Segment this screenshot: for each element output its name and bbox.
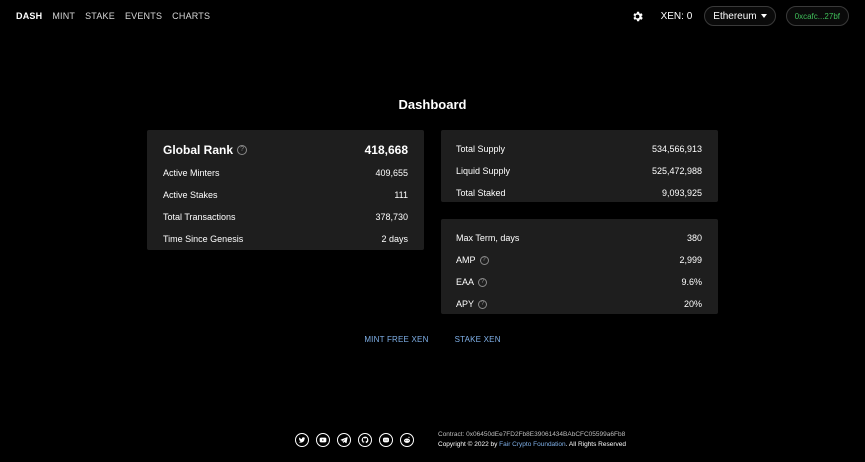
stat-label: Liquid Supply [456, 166, 511, 176]
stat-value: 534,566,913 [651, 144, 702, 154]
discord-icon[interactable] [379, 433, 393, 447]
footer: Contract: 0x06450dEe7FD2Fb8E39061434BAbC… [295, 430, 626, 450]
wallet-address-button[interactable]: 0xcafc...27bf [785, 6, 849, 26]
nav-mint[interactable]: MINT [52, 11, 75, 21]
stat-label: Active Minters [163, 168, 220, 178]
stat-value: 378,730 [375, 212, 408, 222]
help-icon[interactable]: ? [237, 145, 248, 155]
nav-events[interactable]: EVENTS [125, 11, 162, 21]
stat-label: APY [456, 299, 475, 309]
action-links: MINT FREE XEN STAKE XEN [0, 335, 865, 344]
nav-stake[interactable]: STAKE [85, 11, 115, 21]
stat-value: 2 days [381, 234, 408, 244]
stat-row: Liquid Supply 525,472,988 [456, 160, 702, 182]
page-title: Dashboard [398, 97, 467, 112]
stat-value: 380 [686, 233, 702, 243]
stat-label: AMP [456, 255, 476, 265]
stat-row: Max Term, days 380 [456, 227, 702, 249]
telegram-icon[interactable] [337, 433, 351, 447]
help-icon[interactable]: ? [478, 299, 488, 309]
stat-label: Total Supply [456, 144, 506, 154]
stat-label: EAA [456, 277, 475, 287]
stat-row: Active Stakes 111 [163, 184, 408, 206]
rank-card: Global Rank ? 418,668 Active Minters 409… [147, 130, 424, 250]
stake-xen-link[interactable]: STAKE XEN [455, 335, 501, 344]
contract-address: Contract: 0x06450dEe7FD2Fb8E39061434BAbC… [438, 431, 626, 438]
global-rank-value: 418,668 [364, 143, 408, 157]
network-selector[interactable]: Ethereum [704, 6, 776, 26]
stat-value: 2,999 [679, 255, 702, 265]
stat-value: 525,472,988 [651, 166, 702, 176]
nav-actions: XEN: 0 Ethereum 0xcafc...27bf [631, 6, 849, 26]
stat-label: Time Since Genesis [163, 234, 244, 244]
stat-value: 409,655 [375, 168, 408, 178]
global-rank-row: Global Rank ? 418,668 [163, 138, 408, 162]
terms-card: Max Term, days 380 AMP ? 2,999 EAA ? 9.6… [441, 219, 718, 314]
foundation-link[interactable]: Fair Crypto Foundation [499, 441, 565, 448]
stat-row: Active Minters 409,655 [163, 162, 408, 184]
stat-value: 9,093,925 [661, 188, 702, 198]
help-icon[interactable]: ? [478, 277, 488, 287]
help-icon[interactable]: ? [479, 255, 489, 265]
stat-row: APY ? 20% [456, 293, 702, 315]
supply-card: Total Supply 534,566,913 Liquid Supply 5… [441, 130, 718, 202]
copyright-prefix: Copyright © 2022 by [438, 441, 498, 448]
stat-label: Total Staked [456, 188, 506, 198]
gear-icon[interactable] [631, 9, 645, 23]
stat-value: 20% [683, 299, 702, 309]
nav-dash[interactable]: DASH [16, 11, 42, 21]
reddit-icon[interactable] [400, 433, 414, 447]
caret-down-icon [760, 14, 767, 18]
stat-row: Total Transactions 378,730 [163, 206, 408, 228]
mint-free-xen-link[interactable]: MINT FREE XEN [364, 335, 428, 344]
top-nav: DASH MINT STAKE EVENTS CHARTS XEN: 0 Eth… [0, 0, 865, 32]
xen-balance: XEN: 0 [660, 10, 693, 22]
stat-value: 9.6% [681, 277, 702, 287]
global-rank-label: Global Rank [163, 143, 234, 157]
stat-row: Time Since Genesis 2 days [163, 228, 408, 250]
stat-row: EAA ? 9.6% [456, 271, 702, 293]
stat-label: Max Term, days [456, 233, 520, 243]
stat-row: AMP ? 2,999 [456, 249, 702, 271]
stat-label: Total Transactions [163, 212, 236, 222]
stat-row: Total Supply 534,566,913 [456, 138, 702, 160]
github-icon[interactable] [358, 433, 372, 447]
youtube-icon[interactable] [316, 433, 330, 447]
nav-charts[interactable]: CHARTS [172, 11, 210, 21]
copyright: Copyright © 2022 by Fair Crypto Foundati… [438, 440, 626, 450]
stat-value: 111 [394, 190, 408, 200]
footer-text: Contract: 0x06450dEe7FD2Fb8E39061434BAbC… [438, 430, 626, 450]
copyright-suffix: . All Rights Reserved [565, 441, 626, 448]
stat-row: Total Staked 9,093,925 [456, 182, 702, 204]
stat-label: Active Stakes [163, 190, 218, 200]
nav-links: DASH MINT STAKE EVENTS CHARTS [16, 11, 210, 21]
twitter-icon[interactable] [295, 433, 309, 447]
social-links [295, 433, 414, 447]
network-label: Ethereum [713, 10, 757, 22]
